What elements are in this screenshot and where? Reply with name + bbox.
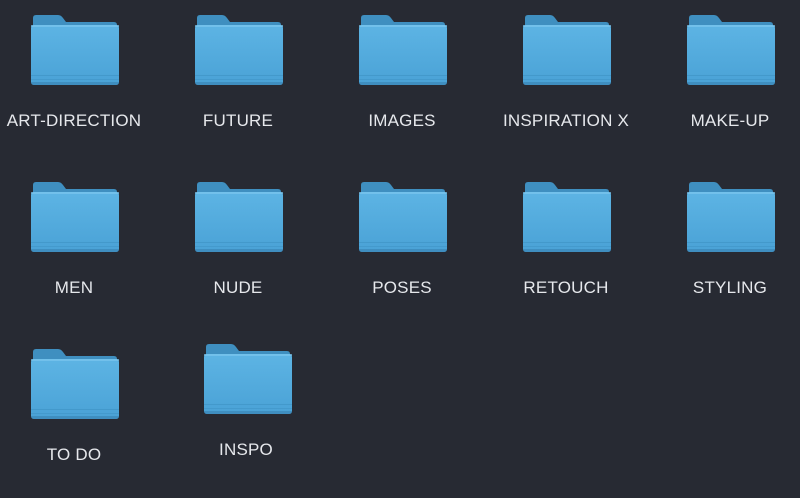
folder-icon: [522, 14, 612, 86]
folder-icon: [203, 343, 293, 415]
folder-to-do[interactable]: TO DO: [0, 348, 160, 498]
folder-icon: [194, 181, 284, 253]
folder-label: FUTURE: [202, 111, 274, 130]
folder-label: MAKE-UP: [690, 111, 770, 130]
folder-label: IMAGES: [368, 111, 436, 130]
folder-label: POSES: [372, 278, 432, 297]
folder-label: INSPO: [219, 440, 273, 459]
desktop-window: ART-DIRECTION FUTURE IMAGES INSPIRATION …: [0, 0, 800, 491]
folder-icon: [30, 348, 120, 420]
folder-label: TO DO: [46, 445, 102, 464]
folder-icon: [686, 14, 776, 86]
folder-images[interactable]: IMAGES: [322, 14, 482, 164]
folder-styling[interactable]: STYLING: [636, 181, 796, 331]
folder-inspo[interactable]: INSPO: [166, 343, 326, 493]
folder-label: RETOUCH: [523, 278, 609, 297]
folder-icon: [522, 181, 612, 253]
folder-icon: [358, 181, 448, 253]
folder-make-up[interactable]: MAKE-UP: [636, 14, 796, 164]
folder-label: STYLING: [692, 278, 768, 297]
folder-label: MEN: [54, 278, 94, 297]
folder-inspiration-x[interactable]: INSPIRATION X: [486, 14, 646, 164]
folder-icon: [194, 14, 284, 86]
folder-icon: [30, 181, 120, 253]
folder-label: NUDE: [213, 278, 263, 297]
folder-label: INSPIRATION X: [502, 111, 630, 130]
folder-icon: [686, 181, 776, 253]
folder-retouch[interactable]: RETOUCH: [486, 181, 646, 331]
folder-poses[interactable]: POSES: [322, 181, 482, 331]
folder-label: ART-DIRECTION: [6, 111, 142, 130]
folder-future[interactable]: FUTURE: [158, 14, 318, 164]
folder-art-direction[interactable]: ART-DIRECTION: [0, 14, 160, 164]
folder-nude[interactable]: NUDE: [158, 181, 318, 331]
folder-icon: [30, 14, 120, 86]
folder-icon: [358, 14, 448, 86]
folder-men[interactable]: MEN: [0, 181, 160, 331]
